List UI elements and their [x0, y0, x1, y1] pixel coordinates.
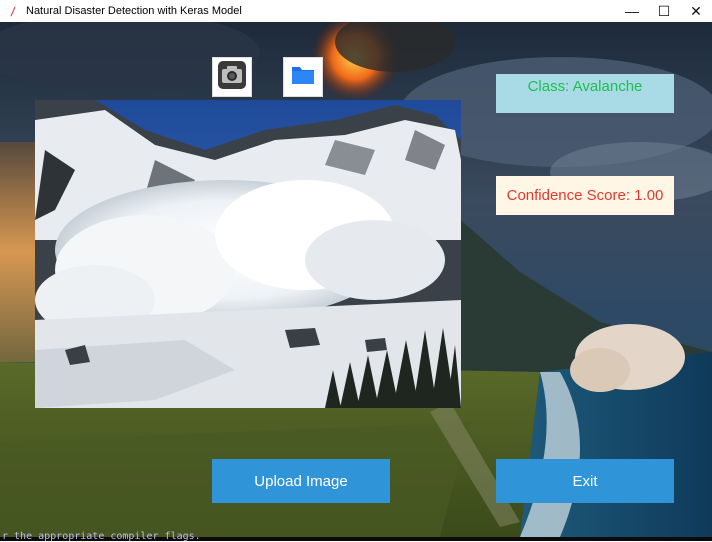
app-canvas: Class: Avalanche Confidence Score: 1.00 …	[0, 22, 712, 537]
terminal-text: r the appropriate compiler flags.	[2, 531, 201, 542]
app-window: Natural Disaster Detection with Keras Mo…	[0, 0, 712, 542]
exit-button[interactable]: Exit	[496, 459, 674, 503]
minimize-button[interactable]: —	[616, 0, 648, 22]
folder-icon	[291, 64, 315, 91]
folder-button[interactable]	[283, 57, 323, 97]
class-result-label: Class: Avalanche	[496, 74, 674, 113]
confidence-score-label: Confidence Score: 1.00	[496, 176, 674, 215]
title-bar: Natural Disaster Detection with Keras Mo…	[0, 0, 712, 22]
confidence-score-text: Confidence Score: 1.00	[506, 187, 664, 204]
close-button[interactable]: ✕	[680, 0, 712, 22]
feather-icon	[6, 4, 20, 18]
upload-image-button[interactable]: Upload Image	[212, 459, 390, 503]
class-result-text: Class: Avalanche	[527, 78, 643, 95]
maximize-button[interactable]: ☐	[648, 0, 680, 22]
upload-image-label: Upload Image	[254, 472, 348, 490]
terminal-strip: r the appropriate compiler flags.	[0, 531, 712, 542]
window-title: Natural Disaster Detection with Keras Mo…	[26, 5, 242, 17]
uploaded-image	[35, 100, 461, 408]
camera-button[interactable]	[212, 57, 252, 97]
exit-label: Exit	[572, 472, 598, 490]
camera-icon	[217, 60, 247, 95]
